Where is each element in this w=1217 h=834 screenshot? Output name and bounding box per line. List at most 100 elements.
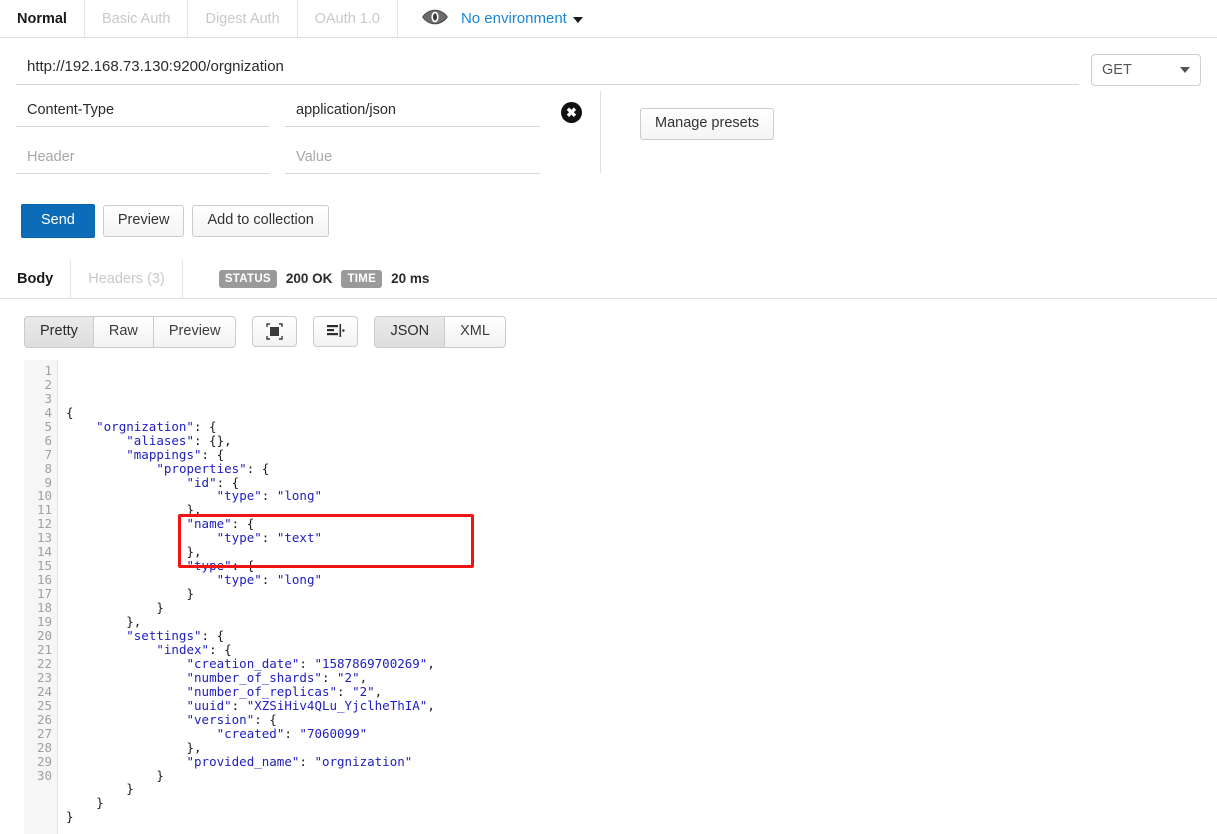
line-number: 30	[24, 769, 52, 783]
url-input-wrap	[16, 54, 1079, 85]
line-number: 5	[24, 420, 52, 434]
code-line: "aliases": {},	[66, 434, 435, 448]
code-line: "type": "long"	[66, 573, 435, 587]
format-xml[interactable]: XML	[444, 316, 506, 348]
code-line: "orgnization": {	[66, 420, 435, 434]
headers-grid: ✖	[16, 100, 600, 194]
environment-selector[interactable]: No environment	[461, 10, 583, 27]
line-number: 22	[24, 657, 52, 671]
code-line: "number_of_replicas": "2",	[66, 685, 435, 699]
request-url-row: GET	[0, 38, 1217, 86]
code-line: "properties": {	[66, 462, 435, 476]
code-line: }	[66, 769, 435, 783]
line-number: 24	[24, 685, 52, 699]
auth-tab-strip: Normal Basic Auth Digest Auth OAuth 1.0 …	[0, 0, 1217, 38]
line-number: 8	[24, 462, 52, 476]
code-line: },	[66, 503, 435, 517]
add-to-collection-button[interactable]: Add to collection	[192, 205, 328, 237]
vertical-divider	[600, 91, 601, 173]
line-number: 10	[24, 489, 52, 503]
line-number: 11	[24, 503, 52, 517]
line-number: 4	[24, 406, 52, 420]
line-number: 9	[24, 476, 52, 490]
tab-body-label: Body	[17, 271, 53, 287]
code-line: "version": {	[66, 713, 435, 727]
tab-basic-auth[interactable]: Basic Auth	[85, 0, 189, 37]
line-number: 13	[24, 531, 52, 545]
code-line: "settings": {	[66, 629, 435, 643]
code-line: "type": "text"	[66, 531, 435, 545]
code-line: "type": {	[66, 559, 435, 573]
time-value: 20 ms	[391, 271, 429, 286]
view-mode-group: Pretty Raw Preview	[24, 316, 236, 348]
line-number: 25	[24, 699, 52, 713]
line-number-gutter: 1234567891011121314151617181920212223242…	[24, 360, 58, 834]
code-line: }	[66, 782, 435, 796]
response-body-viewer[interactable]: 1234567891011121314151617181920212223242…	[24, 360, 1217, 834]
chevron-down-icon	[1180, 67, 1190, 73]
fit-to-screen-icon[interactable]	[252, 316, 297, 347]
tab-headers-label: Headers (3)	[88, 271, 165, 287]
manage-presets-button[interactable]: Manage presets	[640, 108, 774, 140]
close-circle-icon[interactable]: ✖	[561, 102, 582, 123]
status-badge: STATUS	[219, 270, 277, 288]
code-line: "provided_name": "orgnization"	[66, 755, 435, 769]
line-indent-icon[interactable]	[313, 316, 358, 347]
code-line: "creation_date": "1587869700269",	[66, 657, 435, 671]
view-mode-pretty[interactable]: Pretty	[24, 316, 94, 348]
header-value-input-0[interactable]	[285, 100, 540, 127]
status-value: 200 OK	[286, 271, 333, 286]
url-input[interactable]	[16, 54, 1079, 85]
line-number: 19	[24, 615, 52, 629]
line-number: 3	[24, 392, 52, 406]
send-button[interactable]: Send	[21, 204, 95, 238]
code-line: }	[66, 601, 435, 615]
tab-headers[interactable]: Headers (3)	[71, 260, 183, 298]
line-number: 17	[24, 587, 52, 601]
environment-label: No environment	[461, 10, 567, 27]
view-mode-preview[interactable]: Preview	[153, 316, 237, 348]
header-key-input-1[interactable]	[16, 147, 269, 174]
code-content[interactable]: { "orgnization": { "aliases": {}, "mappi…	[58, 360, 435, 834]
view-mode-raw[interactable]: Raw	[93, 316, 154, 348]
presets-zone: Manage presets	[640, 100, 774, 194]
header-value-input-1[interactable]	[285, 147, 540, 174]
response-meta: STATUS 200 OK TIME 20 ms	[183, 260, 430, 298]
format-group: JSON XML	[374, 316, 506, 348]
code-line: },	[66, 615, 435, 629]
line-number: 14	[24, 545, 52, 559]
line-number: 20	[24, 629, 52, 643]
preview-button[interactable]: Preview	[103, 205, 185, 237]
line-number: 7	[24, 448, 52, 462]
time-badge: TIME	[341, 270, 382, 288]
line-number: 6	[24, 434, 52, 448]
code-line: }	[66, 587, 435, 601]
header-key-input-0[interactable]	[16, 100, 269, 127]
tab-body[interactable]: Body	[0, 260, 71, 298]
line-number: 1	[24, 364, 52, 378]
format-json[interactable]: JSON	[374, 316, 445, 348]
line-number: 23	[24, 671, 52, 685]
header-row: ✖	[16, 100, 600, 127]
tab-digest-auth-label: Digest Auth	[205, 11, 279, 27]
tab-digest-auth[interactable]: Digest Auth	[188, 0, 297, 37]
header-row	[16, 147, 600, 174]
code-line: "name": {	[66, 517, 435, 531]
http-method-select[interactable]: GET	[1091, 54, 1201, 86]
code-line: }	[66, 796, 435, 810]
line-number: 27	[24, 727, 52, 741]
line-number: 28	[24, 741, 52, 755]
code-line: "number_of_shards": "2",	[66, 671, 435, 685]
tab-oauth-10[interactable]: OAuth 1.0	[298, 0, 398, 37]
viewer-toolbar: Pretty Raw Preview JSON XML	[0, 299, 1217, 348]
line-number: 18	[24, 601, 52, 615]
request-actions: Send Preview Add to collection	[0, 194, 1217, 238]
code-line: },	[66, 545, 435, 559]
eye-icon[interactable]	[422, 9, 448, 28]
line-number: 2	[24, 378, 52, 392]
response-tab-strip: Body Headers (3) STATUS 200 OK TIME 20 m…	[0, 260, 1217, 299]
tab-normal[interactable]: Normal	[0, 0, 85, 37]
http-method-value: GET	[1102, 62, 1132, 78]
line-number: 29	[24, 755, 52, 769]
line-number: 15	[24, 559, 52, 573]
